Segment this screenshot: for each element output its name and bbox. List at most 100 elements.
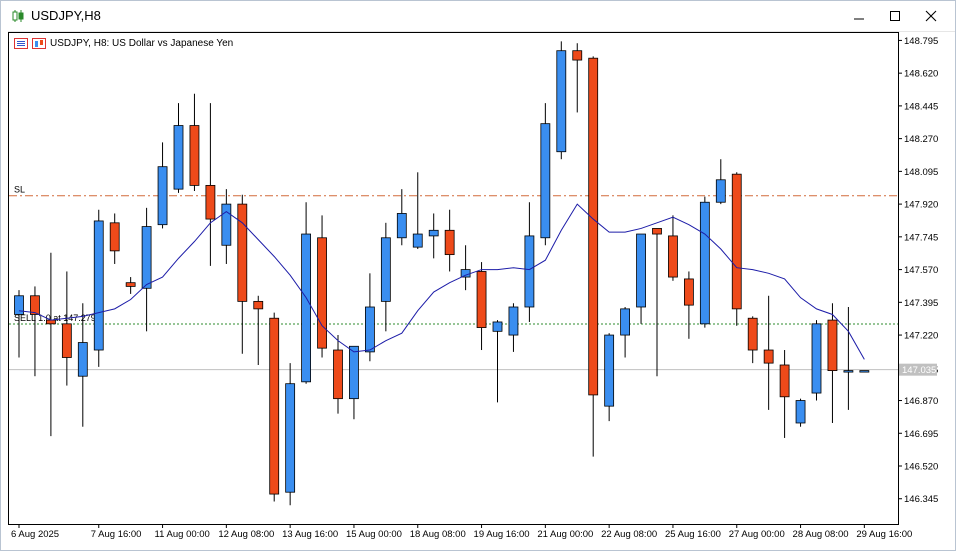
bull-candle-body xyxy=(795,400,806,424)
x-tick-label: 13 Aug 16:00 xyxy=(282,529,338,540)
y-tick-label: 146.345 xyxy=(904,494,938,505)
maximize-button[interactable] xyxy=(877,1,913,31)
bear-candle-body xyxy=(189,125,200,186)
x-tick-label: 11 Aug 00:00 xyxy=(155,529,210,540)
chart-legend: USDJPY, H8: US Dollar vs Japanese Yen xyxy=(14,38,233,49)
candle xyxy=(508,303,519,352)
bear-candle-body xyxy=(125,282,136,287)
y-tick-label: 148.270 xyxy=(904,134,938,145)
candle xyxy=(763,295,774,410)
bear-candle-body xyxy=(61,323,72,358)
bull-candle-body xyxy=(811,323,822,394)
bear-candle-body xyxy=(333,349,343,400)
bear-candle-body xyxy=(779,364,790,398)
bull-candle-body xyxy=(349,345,359,400)
bull-candle-body xyxy=(460,269,471,278)
candle xyxy=(444,209,455,272)
chart-area[interactable]: 148.795 148.620 148.445 148.270 148.095 147.9… xyxy=(8,31,955,551)
bear-candle-body xyxy=(46,319,56,325)
candle xyxy=(827,303,838,423)
candle xyxy=(333,335,343,414)
candle xyxy=(396,189,407,246)
bear-candle-body xyxy=(444,229,455,256)
bull-candle-body xyxy=(715,179,726,203)
y-tick-label: 147.745 xyxy=(904,232,938,243)
chart-properties-icon[interactable] xyxy=(32,38,46,49)
x-tick-label: 18 Aug 08:00 xyxy=(410,529,466,540)
bull-candle-body xyxy=(157,166,168,226)
candle xyxy=(157,142,168,229)
candle xyxy=(604,333,615,422)
bull-candle-body xyxy=(77,342,88,377)
candle xyxy=(253,295,264,365)
bear-candle-body xyxy=(763,349,774,364)
bull-candle-body xyxy=(141,226,152,289)
candle xyxy=(684,271,694,339)
candle xyxy=(556,41,567,160)
bull-candle-body xyxy=(620,308,630,336)
y-tick-label: 146.520 xyxy=(904,462,938,473)
title-bar[interactable]: USDJPY,H8 xyxy=(1,1,955,31)
bull-candle-body xyxy=(396,213,407,239)
bear-candle-body xyxy=(652,228,662,235)
y-tick-label: 147.220 xyxy=(904,331,938,342)
bear-candle-body xyxy=(747,317,758,351)
trade-list-icon[interactable] xyxy=(14,38,28,49)
candle xyxy=(93,209,104,367)
bull-candle-body xyxy=(364,306,375,353)
candle xyxy=(652,228,662,377)
x-tick-label: 21 Aug 00:00 xyxy=(537,529,593,540)
bear-candle-body xyxy=(476,271,487,328)
candle xyxy=(636,233,646,324)
candle xyxy=(109,213,120,264)
bear-candle-body xyxy=(668,235,678,278)
y-tick-label: 146.870 xyxy=(904,396,938,407)
x-tick-label: 19 Aug 16:00 xyxy=(474,529,530,540)
candle xyxy=(476,262,487,351)
candle xyxy=(731,172,742,326)
candle xyxy=(46,252,56,437)
y-tick-label: 147.395 xyxy=(904,298,938,309)
candle xyxy=(285,363,296,506)
candle xyxy=(747,316,758,364)
candle xyxy=(843,306,854,410)
bull-candle-body xyxy=(301,233,312,383)
current-price-label: 147.035 xyxy=(902,365,936,376)
bull-candle-body xyxy=(859,370,870,373)
candle xyxy=(205,103,216,266)
candle xyxy=(779,350,790,438)
bull-candle-body xyxy=(604,334,615,407)
y-tick-label: 148.620 xyxy=(904,69,938,80)
bull-candle-body xyxy=(636,233,646,308)
bull-candle-body xyxy=(843,370,854,373)
candle xyxy=(668,215,678,281)
bull-candle-body xyxy=(540,123,551,239)
candle xyxy=(30,286,40,377)
window-title: USDJPY,H8 xyxy=(31,8,101,23)
candle xyxy=(173,103,184,193)
candle xyxy=(317,215,327,358)
level-label-SL: SL xyxy=(14,185,25,195)
minimize-icon xyxy=(854,18,864,20)
bear-candle-body xyxy=(572,50,583,61)
minimize-button[interactable] xyxy=(841,1,877,31)
bull-candle-body xyxy=(492,321,503,332)
bull-candle-body xyxy=(93,220,104,351)
bull-candle-body xyxy=(699,201,710,325)
candle xyxy=(125,277,136,294)
candle xyxy=(412,172,423,250)
candle xyxy=(795,398,806,427)
bear-candle-body xyxy=(237,203,248,302)
bull-candle-body xyxy=(556,50,567,153)
candle xyxy=(620,306,630,358)
price-chart[interactable]: 148.795 148.620 148.445 148.270 148.095 147.9… xyxy=(8,32,955,551)
bear-candle-body xyxy=(205,184,216,220)
close-button[interactable] xyxy=(913,1,949,31)
bear-candle-body xyxy=(269,317,280,495)
x-tick-label: 6 Aug 2025 xyxy=(11,529,59,540)
bear-candle-body xyxy=(253,300,264,310)
x-tick-label: 29 Aug 16:00 xyxy=(856,529,912,540)
candle xyxy=(492,320,503,403)
candle xyxy=(524,202,535,322)
close-icon xyxy=(925,10,937,22)
